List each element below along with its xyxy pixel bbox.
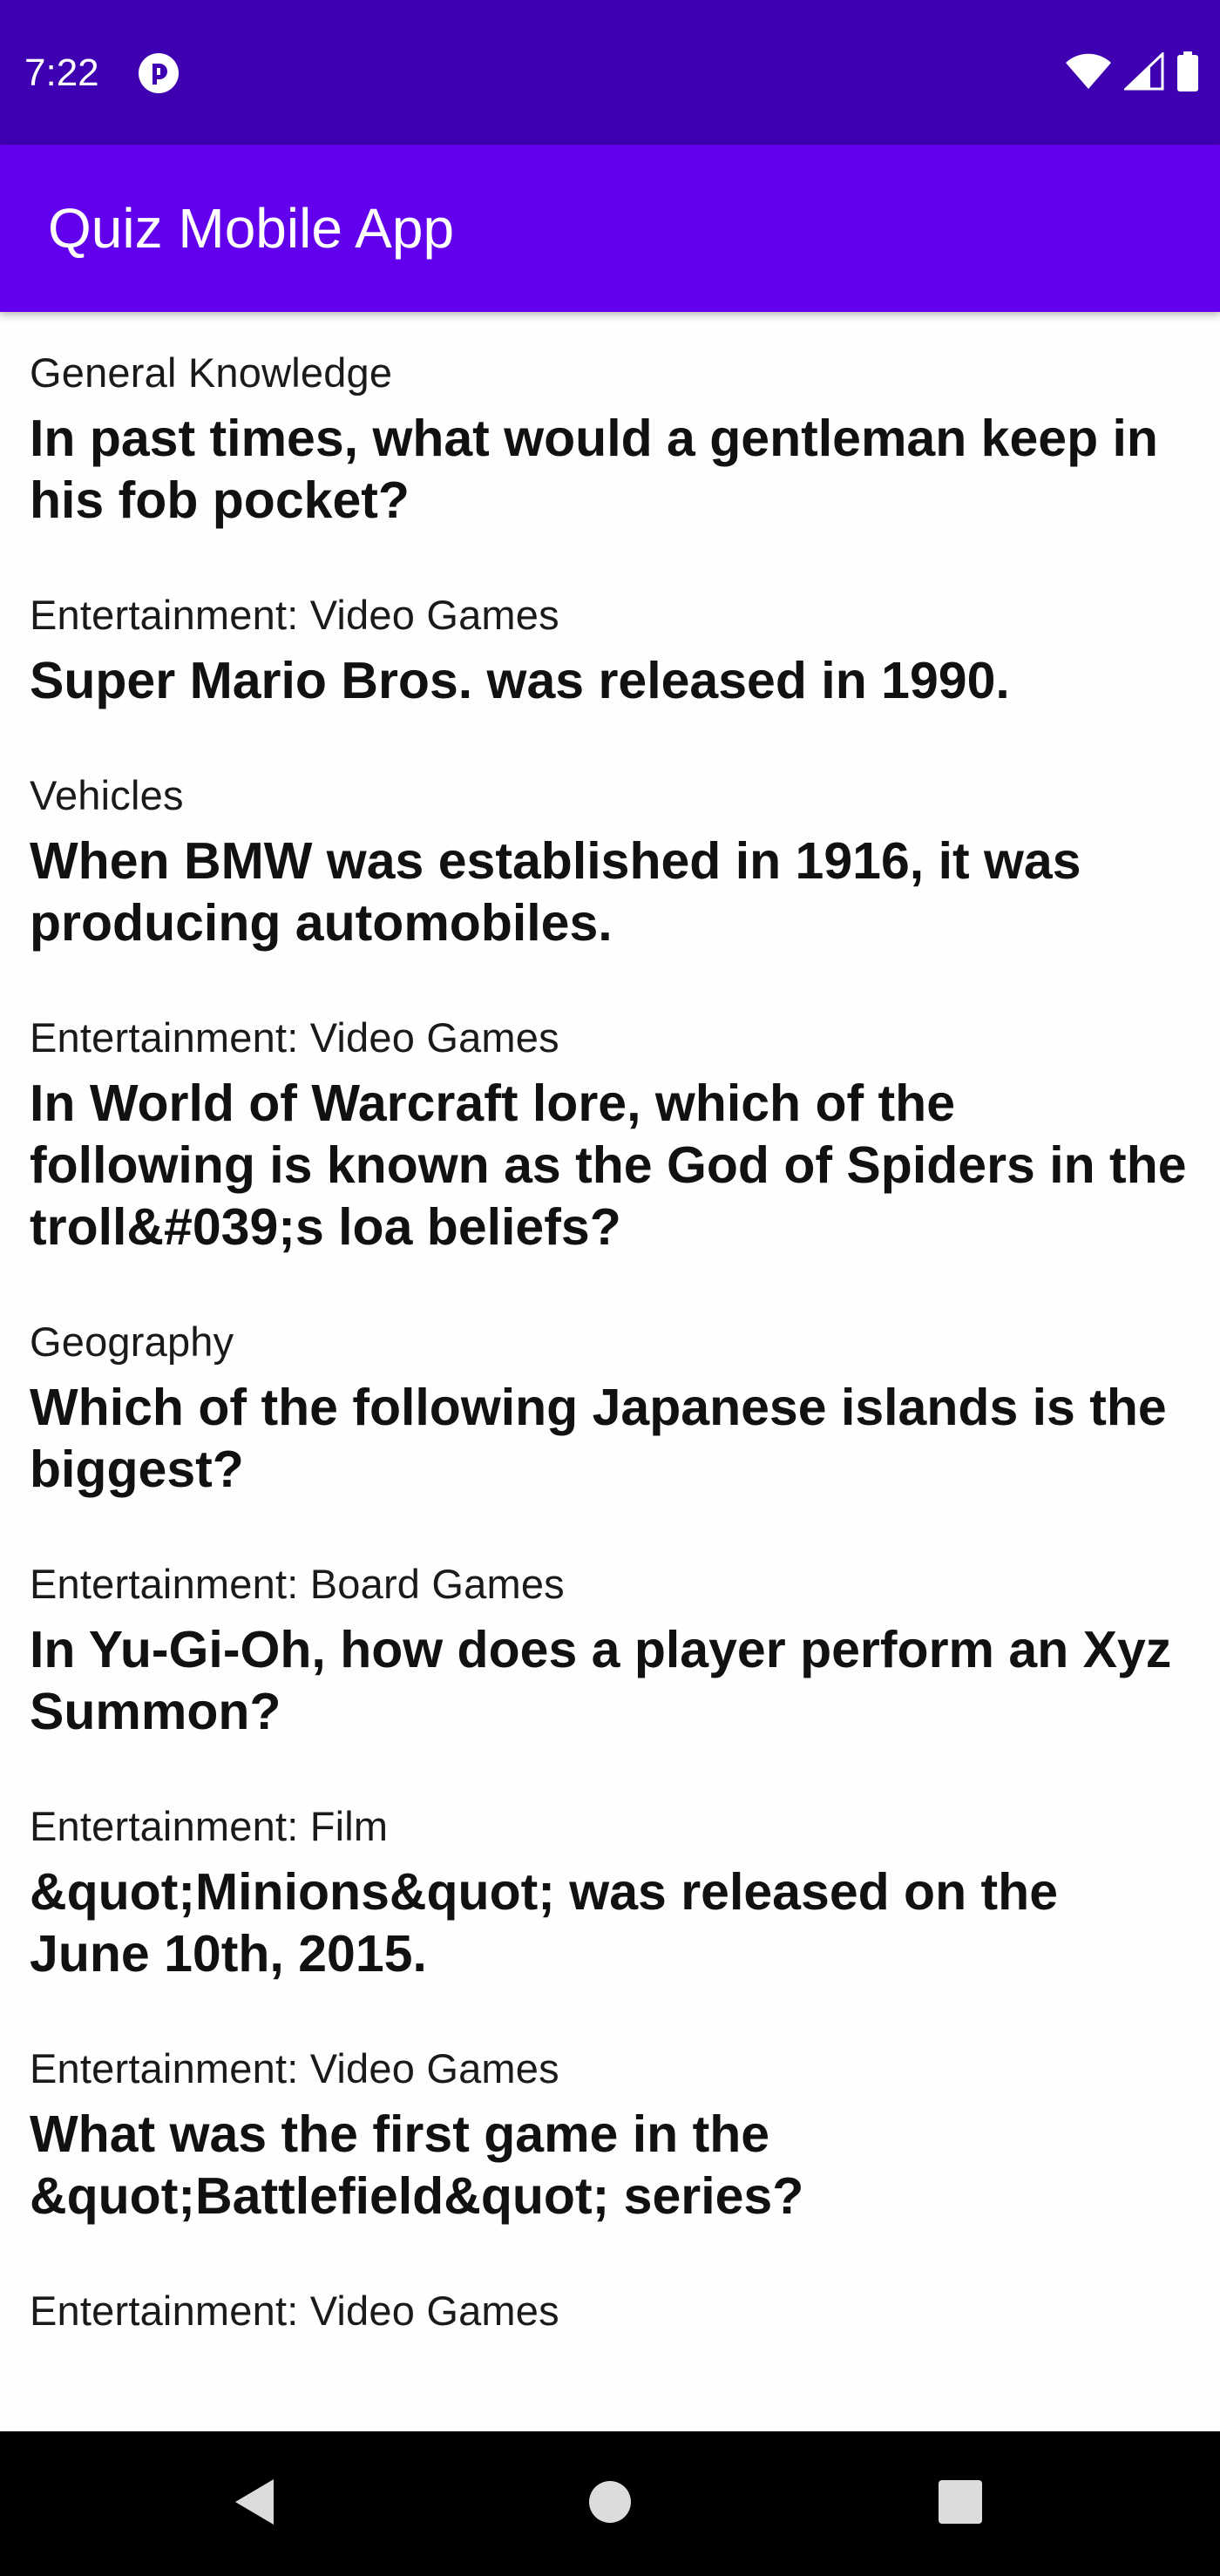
question-category: Entertainment: Film [30, 1803, 389, 1849]
question-category: Entertainment: Board Games [30, 1561, 565, 1607]
question-category: Geography [30, 1319, 234, 1365]
question-list-item[interactable]: Vehicles When BMW was established in 1916… [0, 769, 1220, 954]
question-list[interactable]: General Knowledge In past times, what wou… [0, 312, 1220, 2431]
question-list-item[interactable]: Entertainment: Video Games Super Mario Br… [0, 589, 1220, 712]
wifi-icon [1065, 52, 1112, 95]
cellular-signal-icon [1122, 51, 1164, 95]
recents-icon [938, 2479, 983, 2529]
question-category: Entertainment: Video Games [30, 2288, 559, 2334]
question-list-item[interactable]: Entertainment: Board Games In Yu-Gi-Oh, h… [0, 1558, 1220, 1743]
question-category: Entertainment: Video Games [30, 1014, 559, 1061]
question-text: &quot;Minions&quot; was released on the … [30, 1863, 1059, 1983]
app-notification-icon [138, 52, 180, 94]
question-text: Super Mario Bros. was released in 1990. [30, 652, 1010, 709]
question-text: In World of Warcraft lore, which of the … [30, 1074, 1187, 1256]
app-bar: Quiz Mobile App [0, 145, 1220, 312]
question-category: Entertainment: Video Games [30, 592, 559, 638]
battery-icon [1176, 51, 1199, 96]
question-text: When BMW was established in 1916, it was… [30, 832, 1081, 952]
question-list-item[interactable]: Entertainment: Video Games What was the f… [0, 2043, 1220, 2227]
question-list-item[interactable]: Entertainment: Video Games [0, 2285, 1220, 2337]
screen: 7:22 Quiz Mobile App General Knowledge I… [0, 0, 1220, 2576]
question-text: What was the first game in the &quot;Bat… [30, 2105, 804, 2225]
status-time: 7:22 [24, 51, 99, 94]
question-category: General Knowledge [30, 349, 393, 396]
question-category: Entertainment: Video Games [30, 2045, 559, 2091]
question-text: Which of the following Japanese islands … [30, 1379, 1167, 1498]
question-category: Vehicles [30, 772, 184, 818]
app-title: Quiz Mobile App [48, 197, 455, 260]
recents-button[interactable] [923, 2466, 998, 2541]
back-button[interactable] [217, 2466, 292, 2541]
status-bar: 7:22 [0, 0, 1220, 145]
question-list-item[interactable]: Entertainment: Film &quot;Minions&quot; w… [0, 1800, 1220, 1985]
navigation-bar [0, 2431, 1220, 2576]
question-list-item[interactable]: General Knowledge In past times, what wou… [0, 312, 1220, 532]
question-text: In Yu-Gi-Oh, how does a player perform a… [30, 1621, 1172, 1740]
status-icons [1065, 51, 1199, 96]
question-text: In past times, what would a gentleman ke… [30, 410, 1158, 529]
back-icon [230, 2476, 279, 2532]
home-icon [587, 2479, 633, 2529]
question-list-item[interactable]: Entertainment: Video Games In World of Wa… [0, 1012, 1220, 1258]
home-button[interactable] [573, 2466, 647, 2541]
question-list-item[interactable]: Geography Which of the following Japanese… [0, 1316, 1220, 1501]
